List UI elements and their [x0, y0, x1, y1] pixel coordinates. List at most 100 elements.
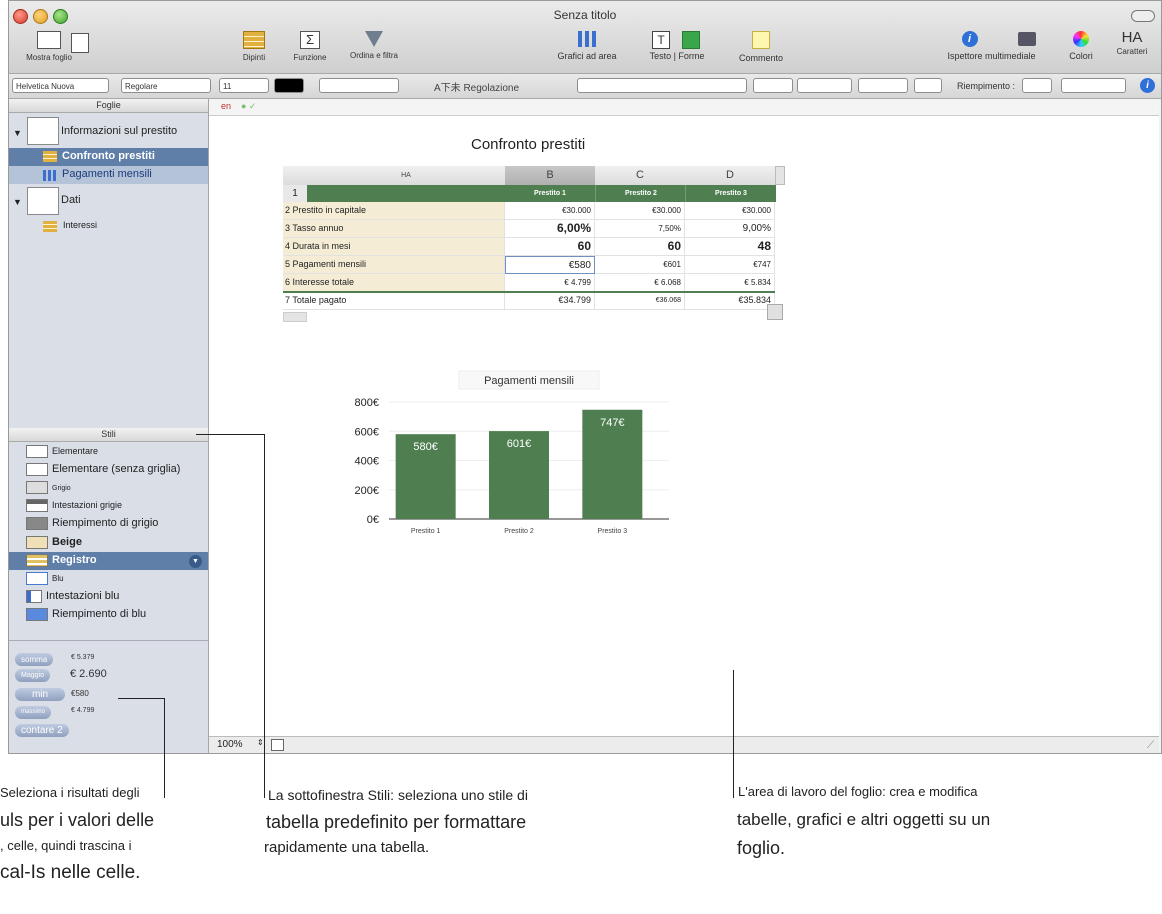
cell-interest-prestito-3[interactable]: € 5.834 [685, 274, 775, 292]
chart-title[interactable]: Pagamenti mensili [484, 375, 574, 387]
cell-payment-prestito-1[interactable]: €580 [505, 256, 595, 274]
bar-chart[interactable]: Pagamenti mensili 0€ 200€ 400€ 600€ 800€ 580€… [329, 370, 689, 551]
column-header-c[interactable]: C [595, 166, 686, 185]
disclosure-triangle-icon[interactable]: ▼ [13, 197, 22, 207]
style-intestazioni-grigie[interactable]: Intestazioni grigie [26, 497, 122, 514]
cell-rate-prestito-3[interactable]: 9,00% [685, 220, 775, 238]
page-view-icon[interactable] [271, 739, 284, 751]
cell-rate-prestito-1[interactable]: 6,00% [505, 220, 595, 238]
fonts-glyph: HA [1121, 29, 1143, 46]
table-title[interactable]: Confronto prestiti [471, 136, 585, 153]
cell-principal-prestito-3[interactable]: €30.000 [685, 202, 775, 220]
style-grigio[interactable]: Grigio [26, 479, 71, 496]
header-cell-a[interactable] [307, 185, 505, 202]
disclosure-triangle-icon[interactable]: ▼ [13, 128, 22, 138]
sidebar-item-pagamenti[interactable]: Pagamenti mensili [62, 168, 152, 180]
border-width-select[interactable] [797, 78, 852, 93]
cell-total-prestito-1[interactable]: €34.799 [505, 292, 595, 310]
style-blu[interactable]: Blu [26, 570, 64, 587]
bar-value-label: 601€ [507, 438, 531, 450]
cell-duration-prestito-3[interactable]: 48 [685, 238, 775, 256]
border-color-well[interactable] [914, 78, 942, 93]
text-color-well[interactable] [274, 78, 304, 93]
formula-max-button[interactable]: massimo [15, 706, 52, 719]
row-label-duration[interactable]: 4 Durata in mesi [283, 238, 505, 256]
row-label-payment[interactable]: 5 Pagamenti mensili [283, 256, 505, 274]
sidebar-item-confronto[interactable]: Confronto prestiti [62, 150, 155, 162]
cell-principal-prestito-1[interactable]: €30.000 [505, 202, 595, 220]
sheet-page-icon [27, 117, 59, 145]
inspector-button[interactable]: i Ispettore multimediale [934, 31, 1049, 61]
style-intestazioni-blu[interactable]: Intestazioni blu [26, 588, 119, 605]
style-elementare[interactable]: Elementare [26, 443, 98, 460]
charts-button[interactable]: Grafici ad area [552, 31, 622, 61]
fonts-button[interactable]: HA Caratteri [1107, 29, 1157, 56]
cell-total-prestito-2[interactable]: €36.068 [595, 292, 685, 310]
text-shape-icons: T [652, 31, 702, 49]
header-cell-prestito-1[interactable]: Prestito 1 [505, 185, 595, 202]
cell-interest-prestito-2[interactable]: € 6.068 [595, 274, 685, 292]
table-resize-handle[interactable] [767, 304, 783, 320]
sidebar-item-informazioni[interactable]: Informazioni sul prestito [61, 125, 177, 137]
style-elementare-senza-griglia[interactable]: Elementare (senza griglia) [26, 461, 180, 478]
cell-rate-prestito-2[interactable]: 7,50% [595, 220, 685, 238]
number-format-buttons[interactable] [577, 78, 747, 93]
total-row-rule [283, 291, 775, 293]
help-icon[interactable]: i [1140, 78, 1155, 93]
cell-total-prestito-3[interactable]: €35.834 [685, 292, 775, 310]
toolbar-toggle-button[interactable] [1131, 10, 1155, 22]
window-title: Senza titolo [553, 8, 617, 22]
formula-sum-button[interactable]: somma [15, 653, 54, 666]
table-layout-buttons[interactable] [1061, 78, 1126, 93]
column-header-b[interactable]: B [505, 166, 596, 185]
cell-duration-prestito-2[interactable]: 60 [595, 238, 685, 256]
formula-count-button[interactable]: contare 2 [15, 724, 69, 737]
style-beige[interactable]: Beige [26, 534, 82, 551]
style-registro[interactable]: Registro [26, 552, 97, 569]
table-corner[interactable] [283, 166, 308, 185]
sheet-canvas[interactable]: en ● ✓ Confronto prestiti HA B C D 1 Pre… [209, 99, 1159, 753]
row-label-principal[interactable]: 2 Prestito in capitale [283, 202, 505, 220]
row-add-handle[interactable] [283, 312, 307, 322]
formula-avg-button[interactable]: Maggio [15, 669, 50, 682]
wrap-control[interactable]: A下未 Regolazione [434, 79, 519, 94]
text-shapes-button[interactable]: T Testo | Forme [637, 31, 717, 61]
formula-min-button[interactable]: min [15, 688, 65, 701]
column-header-a[interactable]: HA [307, 166, 506, 185]
sidebar-item-interessi[interactable]: Interessi [63, 220, 97, 230]
add-sheet-icon[interactable] [71, 33, 89, 53]
fill-color-well[interactable] [1022, 78, 1052, 93]
header-cell-prestito-3[interactable]: Prestito 3 [685, 185, 776, 202]
callout-line-middle-h [196, 434, 264, 435]
font-family-select[interactable]: Helvetica Nuova [12, 78, 109, 93]
row-label-total[interactable]: 7 Totale pagato [283, 292, 505, 310]
column-header-d[interactable]: D [685, 166, 776, 185]
zoom-stepper-icon[interactable]: ⇕ [257, 738, 264, 747]
colors-button[interactable]: Colori [1061, 31, 1101, 61]
font-style-select[interactable]: Regolare [121, 78, 211, 93]
cell-duration-prestito-1[interactable]: 60 [505, 238, 595, 256]
dipinti-button[interactable]: Dipinti [234, 31, 274, 62]
header-cell-prestito-2[interactable]: Prestito 2 [595, 185, 686, 202]
sort-filter-button[interactable]: Ordina e filtra [344, 31, 404, 60]
comment-button[interactable]: Commento [731, 31, 791, 63]
row-label-interest[interactable]: 6 Interesse totale [283, 274, 505, 292]
cell-interest-prestito-1[interactable]: € 4.799 [505, 274, 595, 292]
style-riempimento-blu[interactable]: Riempimento di blu [26, 606, 146, 623]
zoom-select[interactable]: 100% [217, 739, 243, 750]
window-resize-grip-icon[interactable]: ⟋ [1147, 740, 1154, 751]
cell-payment-prestito-3[interactable]: €747 [685, 256, 775, 274]
function-button[interactable]: Σ Funzione [289, 31, 331, 62]
border-style-select[interactable] [753, 78, 793, 93]
font-size-select[interactable]: 11 [219, 78, 269, 93]
text-align-buttons[interactable] [319, 78, 399, 93]
cell-principal-prestito-2[interactable]: €30.000 [595, 202, 685, 220]
style-riempimento-grigio[interactable]: Riempimento di grigio [26, 515, 158, 532]
style-menu-icon[interactable]: ▼ [189, 555, 202, 568]
column-add-handle[interactable] [775, 166, 785, 185]
sidebar-item-dati[interactable]: Dati [61, 194, 81, 206]
row-label-rate[interactable]: 3 Tasso annuo [283, 220, 505, 238]
show-sheet-button[interactable]: Mostra foglio [19, 31, 79, 62]
border-color-select[interactable] [858, 78, 908, 93]
cell-payment-prestito-2[interactable]: €601 [595, 256, 685, 274]
